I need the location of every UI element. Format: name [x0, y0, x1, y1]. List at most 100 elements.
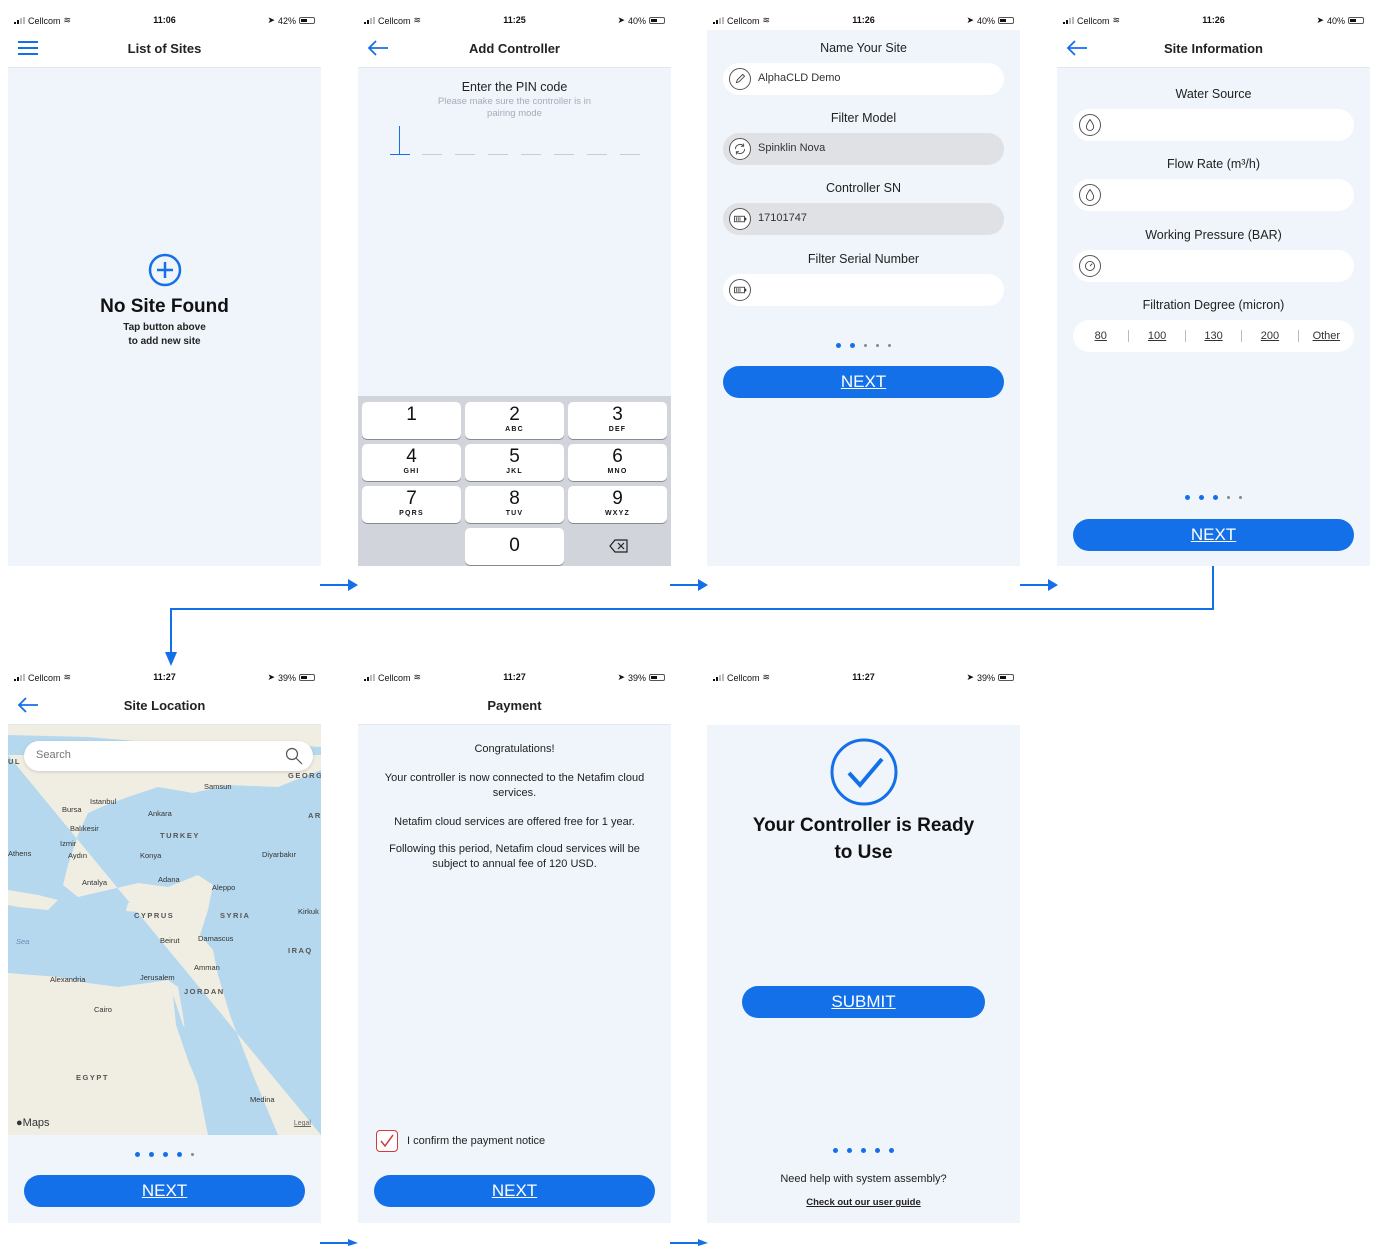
flow-arrow-icon — [320, 1239, 358, 1246]
key-letters: WXYZ — [604, 510, 631, 517]
degree-option-other[interactable]: Other — [1299, 330, 1354, 342]
key-digit: 2 — [509, 404, 520, 425]
screen-name-site: Cellcom ≋ 11:26 ➤ 40% Name Your Site Alpha… — [707, 8, 1020, 566]
water-source-label: Water Source — [1175, 87, 1252, 101]
user-guide-link[interactable]: Check out our user guide — [707, 1197, 1020, 1208]
screen-add-controller: Cellcom ≋ 11:25 ➤ 40% Add Controller Enter… — [358, 8, 671, 566]
congrats-text: Congratulations! — [474, 743, 555, 755]
key-4[interactable]: 4 GHI — [362, 444, 461, 481]
backspace-icon[interactable] — [609, 539, 629, 553]
pin-hint-2: pairing mode — [487, 108, 542, 119]
key-2[interactable]: 2 ABC — [465, 402, 564, 439]
degree-option-100[interactable]: 100 — [1129, 330, 1186, 342]
header-area — [707, 687, 1020, 725]
key-1[interactable]: 1 — [362, 402, 461, 439]
step-indicator — [707, 1148, 1020, 1153]
battery-percent: 39% — [627, 672, 646, 683]
key-digit: 9 — [612, 488, 623, 509]
map-label: Aleppo — [212, 883, 236, 892]
page-title: Site Location — [123, 698, 206, 713]
battery-percent: 40% — [1326, 15, 1345, 26]
map-land — [8, 725, 321, 1135]
working-pressure-field[interactable] — [1073, 250, 1354, 282]
key-letters: JKL — [506, 468, 523, 475]
key-3[interactable]: 3 DEF — [568, 402, 667, 439]
location-icon: ➤ — [617, 672, 625, 682]
pin-slot — [554, 154, 574, 155]
screen-site-information: Cellcom ≋ 11:26 ➤ 40% Site Information Wat… — [1057, 8, 1370, 566]
pin-input[interactable] — [390, 126, 640, 156]
map-label: Istanbul — [90, 797, 117, 806]
map-label: CYPRUS — [134, 911, 175, 920]
maps-brand: ●Maps — [16, 1117, 50, 1129]
filtration-degree-selector[interactable]: 80 100 130 200 Other — [1073, 320, 1354, 352]
key-letters: DEF — [608, 426, 627, 433]
payment-paragraph-3: Following this period, Netafim cloud ser… — [389, 843, 640, 870]
key-7[interactable]: 7 PQRS — [362, 486, 461, 523]
key-digit: 0 — [509, 535, 520, 556]
next-button[interactable]: NEXT — [24, 1175, 305, 1207]
filter-serial-field[interactable] — [723, 274, 1004, 306]
pin-slot — [620, 154, 640, 155]
flow-rate-field[interactable] — [1073, 179, 1354, 211]
controller-sn-value: 17101747 — [758, 212, 807, 224]
degree-option-200[interactable]: 200 — [1242, 330, 1299, 342]
map-label: Adana — [158, 875, 180, 884]
pin-slot — [521, 154, 541, 155]
confirm-checkbox[interactable] — [376, 1130, 398, 1152]
degree-option-130[interactable]: 130 — [1186, 330, 1243, 342]
battery-percent: 39% — [277, 672, 296, 683]
filter-model-field[interactable]: Spinklin Nova — [723, 133, 1004, 165]
submit-button[interactable]: SUBMIT — [742, 986, 985, 1018]
next-button[interactable]: NEXT — [374, 1175, 655, 1207]
location-icon: ➤ — [1316, 15, 1324, 25]
map-label: UL — [8, 757, 21, 766]
key-8[interactable]: 8 TUV — [465, 486, 564, 523]
battery-icon — [299, 17, 315, 24]
filter-model-value: Spinklin Nova — [758, 142, 826, 154]
location-icon: ➤ — [267, 15, 275, 25]
water-source-field[interactable] — [1073, 109, 1354, 141]
search-icon[interactable] — [285, 747, 303, 765]
maps-brand-label: Maps — [22, 1117, 50, 1129]
map-view[interactable]: UL GEORGI Samsun Istanbul Bursa Ankara A… — [8, 725, 321, 1135]
search-input[interactable] — [36, 749, 266, 761]
site-name-label: Name Your Site — [820, 41, 907, 55]
next-button[interactable]: NEXT — [1073, 519, 1354, 551]
help-text: Need help with system assembly? — [780, 1173, 947, 1185]
page-title: Add Controller — [469, 41, 560, 56]
key-9[interactable]: 9 WXYZ — [568, 486, 667, 523]
status-bar: Cellcom ≋ 11:06 ➤ 42% — [8, 8, 321, 30]
working-pressure-label: Working Pressure (BAR) — [1145, 228, 1282, 242]
map-label: GEORGI — [288, 771, 321, 780]
screen-list-of-sites: Cellcom ≋ 11:06 ➤ 42% List of Sites No Sit… — [8, 8, 321, 566]
page-title: Payment — [487, 698, 542, 713]
apple-logo-icon: ● — [16, 1117, 23, 1129]
nav-bar: Payment — [358, 687, 671, 725]
key-6[interactable]: 6 MNO — [568, 444, 667, 481]
key-digit: 1 — [406, 404, 417, 425]
battery-percent: 39% — [976, 672, 995, 683]
nav-bar: Add Controller — [358, 30, 671, 68]
key-digit: 5 — [509, 446, 520, 467]
step-indicator — [1057, 495, 1370, 500]
key-5[interactable]: 5 JKL — [465, 444, 564, 481]
map-label: Bursa — [62, 805, 82, 814]
add-site-icon[interactable] — [148, 253, 182, 287]
controller-sn-field[interactable]: 17101747 — [723, 203, 1004, 235]
key-0[interactable]: 0 — [465, 528, 564, 565]
gauge-icon — [1079, 255, 1101, 277]
next-button[interactable]: NEXT — [723, 366, 1004, 398]
map-label: Ankara — [148, 809, 172, 818]
degree-option-80[interactable]: 80 — [1073, 330, 1130, 342]
map-label: IRAQ — [288, 946, 313, 955]
battery-percent: 40% — [627, 15, 646, 26]
map-search-bar[interactable] — [24, 741, 313, 771]
legal-link[interactable]: Legal — [294, 1120, 311, 1127]
empty-hint-2: to add new site — [128, 336, 201, 347]
key-letters: PQRS — [399, 510, 424, 517]
site-name-field[interactable]: AlphaCLD Demo — [723, 63, 1004, 95]
water-drop-icon — [1079, 114, 1101, 136]
key-letters: MNO — [607, 468, 628, 475]
key-digit: 3 — [612, 404, 623, 425]
